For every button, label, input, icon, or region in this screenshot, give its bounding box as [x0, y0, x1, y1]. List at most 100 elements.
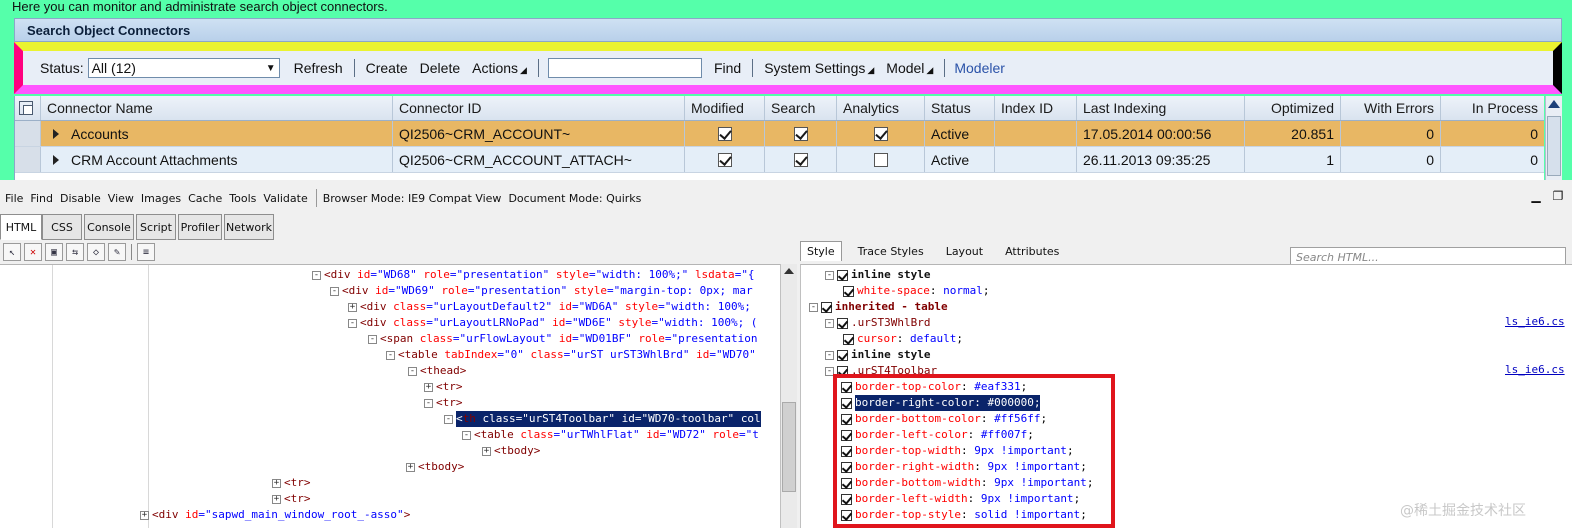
table-scrollbar[interactable] [1545, 96, 1562, 180]
menu-file[interactable]: File [5, 192, 23, 205]
rule-checkbox[interactable] [837, 365, 848, 377]
rule-checkbox[interactable] [837, 269, 848, 281]
scroll-thumb[interactable] [782, 402, 796, 492]
expand-icon[interactable] [53, 154, 59, 165]
rule-checkbox[interactable] [843, 285, 854, 297]
expand-icon[interactable]: + [424, 382, 433, 392]
modified-checkbox[interactable] [717, 126, 732, 141]
style-property[interactable]: border-top-color: #eaf331; [841, 379, 1027, 395]
expand-icon[interactable]: + [272, 478, 281, 488]
rule-checkbox[interactable] [841, 397, 852, 409]
column-header[interactable]: Analytics [837, 96, 925, 120]
tab-layout[interactable]: Layout [940, 242, 989, 261]
collapse-icon[interactable]: - [408, 366, 417, 376]
rule-checkbox[interactable] [841, 413, 852, 425]
tab-script[interactable]: Script [136, 214, 176, 240]
dom-node[interactable]: - <table tabIndex="0" class="urST urST3Wh… [386, 347, 756, 363]
rule-checkbox[interactable] [841, 445, 852, 457]
rule-checkbox[interactable] [841, 509, 852, 521]
search-checkbox[interactable] [793, 126, 808, 141]
dom-node[interactable]: - <table class="urTWhlFlat" id="WD72" rol… [462, 427, 759, 443]
column-header[interactable]: Optimized [1245, 96, 1341, 120]
collapse-icon[interactable]: - [825, 366, 834, 376]
modeler-link[interactable]: Modeler [950, 60, 1009, 76]
style-property[interactable]: border-left-color: #ff007f; [841, 427, 1034, 443]
style-rule-header[interactable]: - .urST4Toolbar [825, 363, 937, 379]
style-property[interactable]: border-top-style: solid !important; [841, 507, 1087, 523]
column-header[interactable]: Status [925, 96, 995, 120]
column-header[interactable]: Search [765, 96, 837, 120]
dom-node[interactable]: - <div class="urLayoutLRNoPad" id="WD6E" … [348, 315, 757, 331]
status-dropdown[interactable]: All (12) ▼ [87, 58, 280, 78]
rule-checkbox[interactable] [841, 493, 852, 505]
scroll-up-icon[interactable] [784, 268, 794, 274]
expand-icon[interactable]: + [406, 462, 415, 472]
dom-node[interactable]: + <tbody> [482, 443, 540, 459]
tab-profiler[interactable]: Profiler [178, 214, 222, 240]
stylesheet-link[interactable]: ls_ie6.cs [1505, 363, 1565, 376]
menu-cache[interactable]: Cache [188, 192, 222, 205]
style-property[interactable]: border-bottom-width: 9px !important; [841, 475, 1093, 491]
collapse-icon[interactable]: - [444, 414, 453, 424]
style-property[interactable]: cursor: default; [843, 331, 963, 347]
tab-attributes[interactable]: Attributes [999, 242, 1065, 261]
row-selector-header[interactable] [15, 96, 41, 120]
dom-node[interactable]: - <span class="urFlowLayout" id="WD01BF" … [368, 331, 758, 347]
rule-checkbox[interactable] [837, 349, 848, 361]
expand-icon[interactable]: + [482, 446, 491, 456]
dom-node[interactable]: - <div id="WD69" role="presentation" styl… [330, 283, 753, 299]
search-checkbox[interactable] [793, 152, 808, 167]
collapse-icon[interactable]: - [825, 350, 834, 360]
scroll-thumb[interactable] [1547, 116, 1561, 176]
word-wrap-icon[interactable]: ≡ [137, 243, 155, 261]
collapse-icon[interactable]: - [368, 334, 377, 344]
column-header[interactable]: Index ID [995, 96, 1077, 120]
browser-mode-menu[interactable]: Browser Mode: IE9 Compat View [323, 192, 502, 205]
tab-trace-styles[interactable]: Trace Styles [852, 242, 930, 261]
style-property[interactable]: border-bottom-color: #ff56ff; [841, 411, 1047, 427]
dom-node[interactable]: + <tr> [424, 379, 463, 395]
column-header[interactable]: Connector Name [41, 96, 393, 120]
column-header[interactable]: Modified [685, 96, 765, 120]
collapse-icon[interactable]: - [825, 270, 834, 280]
style-rule-header[interactable]: - inline style [825, 347, 930, 363]
dom-node[interactable]: + <tbody> [406, 459, 464, 475]
dom-node[interactable]: + <div class="urLayoutDefault2" id="WD6A"… [348, 299, 751, 315]
find-input[interactable] [547, 58, 702, 78]
menu-images[interactable]: Images [141, 192, 181, 205]
tab-style[interactable]: Style [800, 241, 842, 261]
analytics-checkbox[interactable] [873, 126, 888, 141]
rule-checkbox[interactable] [841, 381, 852, 393]
style-rule-header[interactable]: - inherited - table [809, 299, 948, 315]
style-property[interactable]: border-top-width: 9px !important; [841, 443, 1074, 459]
select-element-icon[interactable]: ↖ [3, 243, 21, 261]
column-header[interactable]: In Process [1441, 96, 1544, 120]
dom-node[interactable]: - <div id="WD68" role="presentation" styl… [312, 267, 755, 283]
undock-icon[interactable]: ❐ [1552, 189, 1564, 203]
system-settings-menu-button[interactable]: System Settings ◢ [758, 60, 880, 76]
menu-find[interactable]: Find [30, 192, 53, 205]
expand-icon[interactable]: + [272, 494, 281, 504]
rule-checkbox[interactable] [841, 461, 852, 473]
collapse-icon[interactable]: - [462, 430, 471, 440]
dom-node[interactable]: + <tr> [272, 491, 311, 507]
model-menu-button[interactable]: Model ◢ [880, 60, 939, 76]
column-header[interactable]: With Errors [1341, 96, 1441, 120]
table-row[interactable]: CRM Account Attachments QI2506~CRM_ACCOU… [15, 147, 1544, 173]
rule-checkbox[interactable] [841, 477, 852, 489]
menu-view[interactable]: View [108, 192, 134, 205]
document-mode-menu[interactable]: Document Mode: Quirks [508, 192, 641, 205]
style-property[interactable]: border-right-color: #000000; [841, 395, 1041, 411]
actions-menu-button[interactable]: Actions ◢ [466, 60, 533, 76]
save-icon[interactable]: ▣ [45, 243, 63, 261]
dom-node[interactable]: + <div id="sapwd_main_window_root_-asso"> [140, 507, 410, 523]
edit-icon[interactable]: ✎ [108, 243, 126, 261]
collapse-icon[interactable]: - [825, 318, 834, 328]
scroll-up-icon[interactable] [1548, 100, 1560, 108]
html-pane-scrollbar[interactable] [780, 264, 797, 528]
collapse-icon[interactable]: - [809, 302, 818, 312]
dom-node[interactable]: - <tr> [424, 395, 463, 411]
collapse-icon[interactable]: - [386, 350, 395, 360]
table-row[interactable]: Accounts QI2506~CRM_ACCOUNT~ Active 17.0… [15, 121, 1544, 147]
rule-checkbox[interactable] [841, 429, 852, 441]
